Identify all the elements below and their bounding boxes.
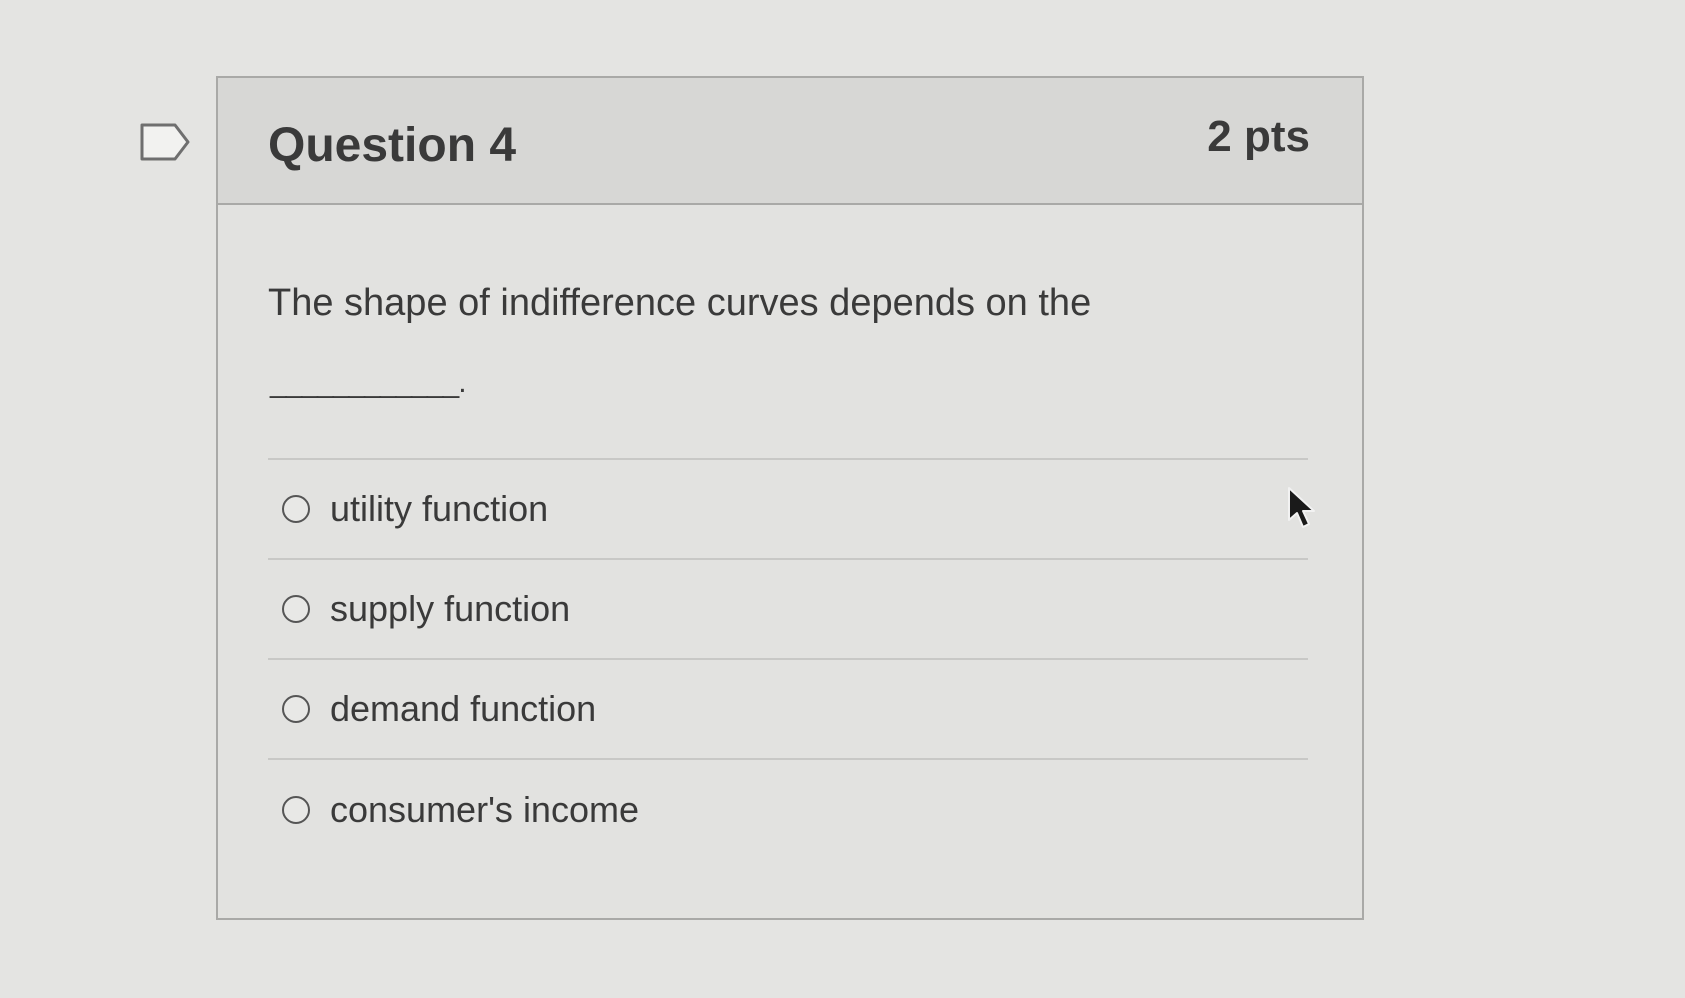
- answer-option[interactable]: supply function: [268, 560, 1308, 660]
- radio-button[interactable]: [282, 796, 310, 824]
- answer-list: utility function supply function demand …: [268, 458, 1308, 860]
- answer-label[interactable]: supply function: [330, 588, 570, 630]
- radio-button[interactable]: [282, 695, 310, 723]
- radio-button[interactable]: [282, 495, 310, 523]
- flag-question-icon[interactable]: [139, 122, 191, 162]
- answer-option[interactable]: utility function: [268, 460, 1308, 560]
- radio-button[interactable]: [282, 595, 310, 623]
- answer-label[interactable]: utility function: [330, 488, 548, 530]
- question-blank: ____________.: [270, 366, 467, 399]
- question-card: Question 4 2 pts The shape of indifferen…: [216, 76, 1364, 920]
- question-title: Question 4: [268, 119, 517, 172]
- answer-option[interactable]: demand function: [268, 660, 1308, 760]
- question-text: The shape of indifference curves depends…: [268, 282, 1092, 324]
- answer-option[interactable]: consumer's income: [268, 760, 1308, 860]
- mouse-pointer-icon: [1286, 486, 1318, 530]
- answer-label[interactable]: demand function: [330, 688, 596, 730]
- answer-label[interactable]: consumer's income: [330, 789, 639, 831]
- question-header: Question 4 2 pts: [218, 78, 1362, 205]
- question-points: 2 pts: [1207, 112, 1310, 161]
